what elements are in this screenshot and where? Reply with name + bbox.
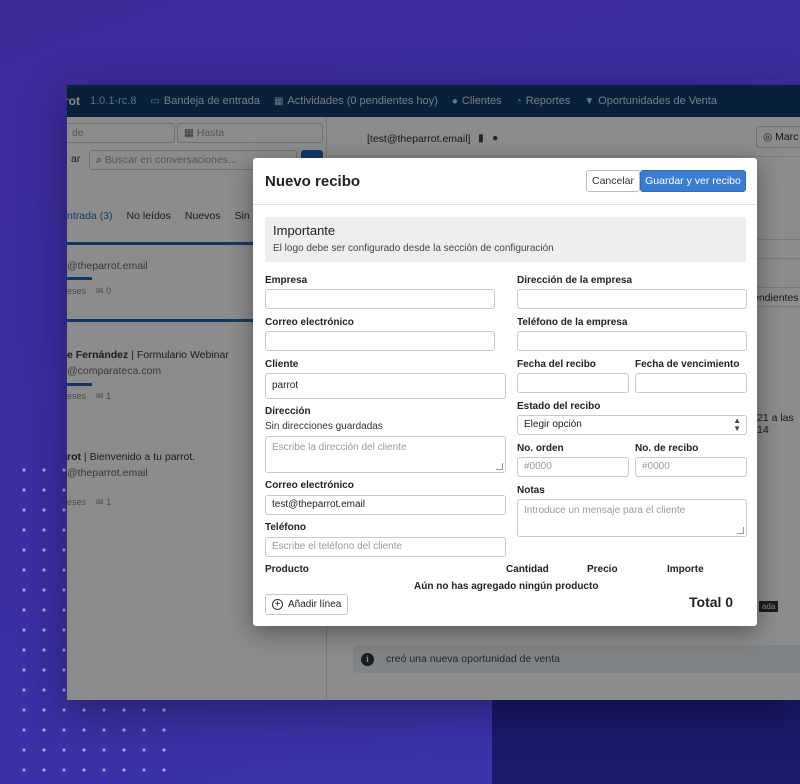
address-label: Dirección <box>265 406 311 417</box>
client-label: Cliente <box>265 359 299 370</box>
add-line-button[interactable]: + Añadir línea <box>265 594 348 615</box>
order-number-input[interactable]: #0000 <box>517 457 629 477</box>
important-alert: Importante El logo debe ser configurado … <box>265 217 746 262</box>
plus-circle-icon: + <box>272 599 283 610</box>
company-phone-input[interactable] <box>517 331 747 351</box>
save-and-view-button[interactable]: Guardar y ver recibo <box>640 170 746 192</box>
background-navy-block <box>492 690 800 784</box>
empty-products-message: Aún no has agregado ningún producto <box>414 581 599 592</box>
receipt-status-label: Estado del recibo <box>517 401 601 412</box>
company-input[interactable] <box>265 289 495 309</box>
modal-title: Nuevo recibo <box>265 173 361 190</box>
cancel-button[interactable]: Cancelar <box>586 170 640 192</box>
receipt-number-input[interactable]: #0000 <box>635 457 747 477</box>
order-number-label: No. orden <box>517 443 564 454</box>
phone-label: Teléfono <box>265 522 306 533</box>
total-amount: Total 0 <box>689 594 734 610</box>
company-email-label: Correo electrónico <box>265 317 354 328</box>
due-date-input[interactable] <box>635 373 747 393</box>
client-input[interactable]: parrot <box>265 373 506 399</box>
notes-textarea[interactable]: Introduce un mensaje para el cliente <box>517 499 747 537</box>
receipt-number-label: No. de recibo <box>635 443 699 454</box>
client-email-input[interactable]: test@theparrot.email <box>265 495 506 515</box>
receipt-status-select[interactable]: Elegir opción ▲ ▼ <box>517 415 747 435</box>
new-receipt-modal: Nuevo recibo Cancelar Guardar y ver reci… <box>253 158 757 626</box>
modal-divider <box>253 204 757 205</box>
due-date-label: Fecha de vencimiento <box>635 359 740 370</box>
phone-input[interactable]: Escribe el teléfono del cliente <box>265 537 506 557</box>
receipt-date-input[interactable] <box>517 373 629 393</box>
company-address-input[interactable] <box>517 289 747 309</box>
client-email-label: Correo electrónico <box>265 480 354 491</box>
product-column-header: Producto <box>265 564 309 575</box>
quantity-column-header: Cantidad <box>506 564 549 575</box>
receipt-date-label: Fecha del recibo <box>517 359 596 370</box>
no-saved-addresses: Sin direcciones guardadas <box>265 421 383 432</box>
company-phone-label: Teléfono de la empresa <box>517 317 628 328</box>
select-arrows-icon: ▲ ▼ <box>733 416 741 433</box>
company-label: Empresa <box>265 275 308 286</box>
notes-label: Notas <box>517 485 545 496</box>
company-address-label: Dirección de la empresa <box>517 275 633 286</box>
amount-column-header: Importe <box>667 564 704 575</box>
alert-text: El logo debe ser configurado desde la se… <box>273 243 554 254</box>
alert-heading: Importante <box>273 223 336 238</box>
address-textarea[interactable]: Escribe la dirección del cliente <box>265 436 506 473</box>
company-email-input[interactable] <box>265 331 495 351</box>
price-column-header: Precio <box>587 564 618 575</box>
